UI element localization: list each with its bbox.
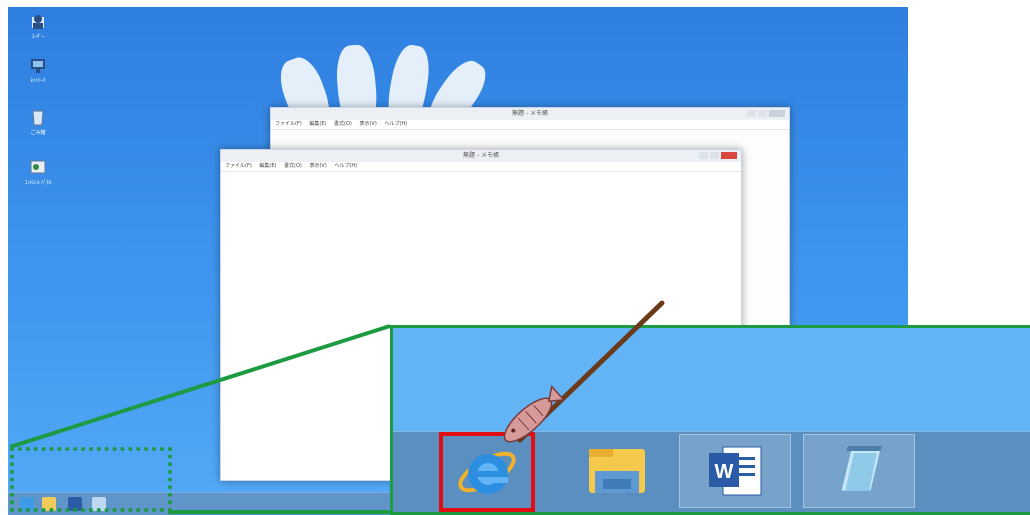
control-panel-icon xyxy=(28,157,48,177)
desktop-icon-user[interactable]: ﾕｰｻﾞｰ xyxy=(18,11,58,40)
window-title: 無題 - メモ帳 xyxy=(512,110,548,117)
menu-bar: ファイル(F) 編集(E) 書式(O) 表示(V) ヘルプ(H) xyxy=(271,120,789,130)
desktop-icon-label: ごみ箱 xyxy=(30,130,46,136)
desktop-icon-recycle[interactable]: ごみ箱 xyxy=(18,107,58,136)
desktop-icon-control-panel[interactable]: ｺﾝﾄﾛｰﾙ ﾊﾟﾈﾙ xyxy=(18,157,58,186)
maximize-icon[interactable] xyxy=(758,110,767,117)
menu-edit[interactable]: 編集(E) xyxy=(309,121,326,127)
recycle-bin-icon xyxy=(28,107,48,127)
window-controls[interactable] xyxy=(747,110,785,117)
menu-bar: ファイル(F) 編集(E) 書式(O) 表示(V) ヘルプ(H) xyxy=(221,162,741,172)
close-icon[interactable] xyxy=(769,110,785,117)
close-icon[interactable] xyxy=(721,152,737,159)
menu-view[interactable]: 表示(V) xyxy=(359,121,376,127)
user-folder-icon xyxy=(28,11,48,31)
network-icon xyxy=(28,55,48,75)
menu-file[interactable]: ファイル(F) xyxy=(225,163,252,169)
zoom-source-marker xyxy=(10,447,172,512)
window-titlebar[interactable]: 無題 - メモ帳 xyxy=(221,150,741,162)
file-explorer-icon xyxy=(589,449,645,493)
desktop-icon-label: ｺﾝﾄﾛｰﾙ ﾊﾟﾈﾙ xyxy=(24,180,52,186)
menu-view[interactable]: 表示(V) xyxy=(309,163,326,169)
notepad-button[interactable] xyxy=(803,434,915,508)
desktop-icon-label: ﾕｰｻﾞｰ xyxy=(31,34,45,40)
svg-text:W: W xyxy=(715,461,734,483)
zoom-callout: W xyxy=(390,325,1030,515)
highlight-box xyxy=(439,432,535,512)
window-controls[interactable] xyxy=(699,152,737,159)
window-title: 無題 - メモ帳 xyxy=(463,152,499,159)
maximize-icon[interactable] xyxy=(710,152,719,159)
desktop-icon-network[interactable]: ﾈｯﾄﾜｰｸ xyxy=(18,55,58,84)
desktop-icon-label: ﾈｯﾄﾜｰｸ xyxy=(30,78,46,84)
window-titlebar[interactable]: 無題 - メモ帳 xyxy=(271,108,789,120)
menu-file[interactable]: ファイル(F) xyxy=(275,121,302,127)
notepad-icon xyxy=(840,446,882,492)
zoomed-taskbar: W xyxy=(393,431,1030,512)
file-explorer-button[interactable] xyxy=(561,434,673,508)
menu-format[interactable]: 書式(O) xyxy=(284,163,302,169)
word-icon: W xyxy=(709,446,762,496)
word-button[interactable]: W xyxy=(679,434,791,508)
menu-edit[interactable]: 編集(E) xyxy=(259,163,276,169)
menu-format[interactable]: 書式(O) xyxy=(334,121,352,127)
menu-help[interactable]: ヘルプ(H) xyxy=(334,163,357,169)
minimize-icon[interactable] xyxy=(699,152,708,159)
minimize-icon[interactable] xyxy=(747,110,756,117)
menu-help[interactable]: ヘルプ(H) xyxy=(384,121,407,127)
